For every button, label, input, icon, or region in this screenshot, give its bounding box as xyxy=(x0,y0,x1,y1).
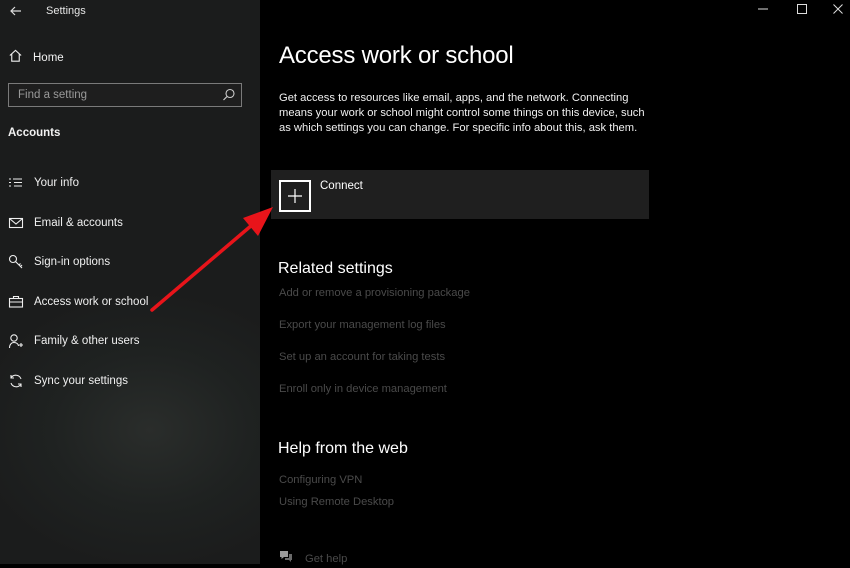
sidebar-item-your-info[interactable]: Your info xyxy=(0,168,260,198)
back-arrow-icon[interactable] xyxy=(8,3,24,19)
section-title-accounts: Accounts xyxy=(8,127,61,139)
related-settings-heading: Related settings xyxy=(278,260,393,277)
sidebar-item-sync-settings[interactable]: Sync your settings xyxy=(0,366,260,396)
minimize-icon xyxy=(757,2,769,20)
link-enroll-device-management[interactable]: Enroll only in device management xyxy=(279,383,447,395)
person-card-icon xyxy=(8,175,24,191)
sidebar-item-access-work-or-school[interactable]: Access work or school xyxy=(0,287,260,317)
sidebar-item-label: Family & other users xyxy=(34,335,140,347)
minimize-button[interactable] xyxy=(743,0,783,22)
get-help-label: Get help xyxy=(305,553,348,565)
get-help-link[interactable]: Get help xyxy=(279,551,347,567)
chat-bubbles-icon xyxy=(279,550,293,568)
link-export-management-log-files[interactable]: Export your management log files xyxy=(279,319,446,331)
sidebar-item-family-other-users[interactable]: Family & other users xyxy=(0,326,260,356)
briefcase-icon xyxy=(8,294,24,310)
plus-icon xyxy=(279,180,311,212)
person-add-icon xyxy=(8,333,24,349)
window-title: Settings xyxy=(46,5,86,17)
sidebar-item-sign-in-options[interactable]: Sign-in options xyxy=(0,247,260,277)
sidebar-item-label: Email & accounts xyxy=(34,217,123,229)
link-set-up-test-account[interactable]: Set up an account for taking tests xyxy=(279,351,445,363)
page-title: Access work or school xyxy=(279,42,514,69)
sidebar: Settings Home Accounts Your info Email &… xyxy=(0,0,260,564)
mail-icon xyxy=(8,215,24,231)
sidebar-item-label: Sync your settings xyxy=(34,375,128,387)
sync-icon xyxy=(8,373,24,389)
home-label: Home xyxy=(33,52,64,64)
home-link[interactable]: Home xyxy=(8,49,64,67)
link-add-remove-provisioning-package[interactable]: Add or remove a provisioning package xyxy=(279,287,470,299)
search-icon[interactable] xyxy=(222,88,236,102)
close-icon xyxy=(832,2,844,20)
page-description: Get access to resources like email, apps… xyxy=(279,92,645,134)
sidebar-item-email-accounts[interactable]: Email & accounts xyxy=(0,208,260,238)
sidebar-item-label: Your info xyxy=(34,177,79,189)
connect-label: Connect xyxy=(320,180,363,192)
search-box[interactable] xyxy=(8,83,242,107)
key-icon xyxy=(8,254,24,270)
home-icon xyxy=(8,48,23,68)
sidebar-item-label: Sign-in options xyxy=(34,256,111,268)
maximize-icon xyxy=(796,2,808,20)
link-using-remote-desktop[interactable]: Using Remote Desktop xyxy=(279,496,394,508)
maximize-button[interactable] xyxy=(782,0,822,22)
search-input[interactable] xyxy=(9,84,223,106)
close-button[interactable] xyxy=(818,0,850,22)
sidebar-item-label: Access work or school xyxy=(34,296,149,308)
link-configuring-vpn[interactable]: Configuring VPN xyxy=(279,474,362,486)
help-from-web-heading: Help from the web xyxy=(278,440,408,457)
connect-button[interactable]: Connect xyxy=(271,170,649,219)
